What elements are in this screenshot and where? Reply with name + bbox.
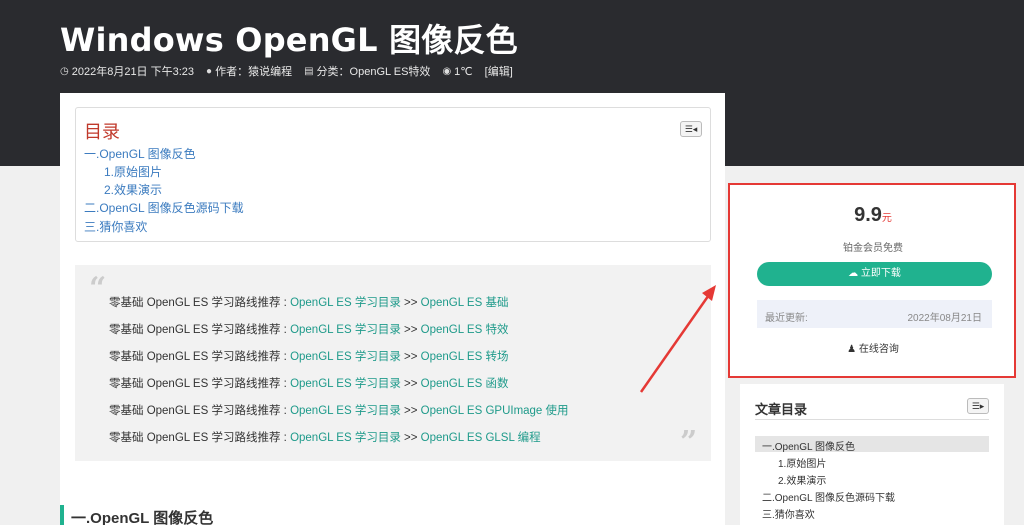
quote-link-catalog[interactable]: OpenGL ES 学习目录 <box>290 432 401 444</box>
qq-icon: ♟ <box>847 344 859 355</box>
blockquote: “ 零基础 OpenGL ES 学习路线推荐 : OpenGL ES 学习目录 … <box>75 265 711 461</box>
toc-toggle-button[interactable]: ☰◂ <box>680 121 702 137</box>
clock-icon: ◷ <box>60 65 69 77</box>
article-content: 目录 ☰◂ 一.OpenGL 图像反色 1.原始图片 2.效果演示 二.Open… <box>60 93 725 525</box>
quote-link-catalog[interactable]: OpenGL ES 学习目录 <box>290 351 401 363</box>
page-title: Windows OpenGL 图像反色 <box>60 21 518 59</box>
post-category[interactable]: ▤ 分类：OpenGL ES特效 <box>304 63 430 79</box>
quote-separator: >> <box>400 405 421 417</box>
quote-prefix: 零基础 OpenGL ES 学习路线推荐 : <box>109 297 291 309</box>
toc-item[interactable]: 2.效果演示 <box>104 181 162 198</box>
quote-link-catalog[interactable]: OpenGL ES 学习目录 <box>290 324 401 336</box>
sidebar-toc-item[interactable]: 三.猜你喜欢 <box>762 506 815 521</box>
download-button-label[interactable]: 立即下载 <box>861 268 901 279</box>
post-date-text: 2022年8月21日 下午3:23 <box>71 66 195 78</box>
download-button[interactable]: ☁ 立即下载 <box>757 262 992 286</box>
last-updated: 最近更新: 2022年08月21日 <box>757 300 992 328</box>
toc-item[interactable]: 1.原始图片 <box>104 163 162 180</box>
sidebar-toc-item[interactable]: 二.OpenGL 图像反色源码下载 <box>762 489 895 504</box>
divider <box>755 419 989 420</box>
quote-link-topic[interactable]: OpenGL ES GLSL 编程 <box>421 432 541 444</box>
online-consult-link[interactable]: ♟ 在线咨询 <box>739 340 1007 355</box>
quote-line: 零基础 OpenGL ES 学习路线推荐 : OpenGL ES 学习目录 >>… <box>109 321 508 337</box>
post-views: ◉ 1℃ <box>442 65 472 78</box>
folder-icon: ▤ <box>304 65 314 77</box>
member-free-note: 铂金会员免费 <box>843 243 903 254</box>
open-quote-icon: “ <box>89 271 107 306</box>
quote-line: 零基础 OpenGL ES 学习路线推荐 : OpenGL ES 学习目录 >>… <box>109 429 541 445</box>
quote-line: 零基础 OpenGL ES 学习路线推荐 : OpenGL ES 学习目录 >>… <box>109 402 569 418</box>
quote-link-catalog[interactable]: OpenGL ES 学习目录 <box>290 378 401 390</box>
price-value: 9.9 <box>854 204 882 226</box>
quote-link-topic[interactable]: OpenGL ES 特效 <box>421 324 509 336</box>
post-views-text: 1℃ <box>454 65 473 78</box>
quote-link-topic[interactable]: OpenGL ES 函数 <box>421 378 509 390</box>
toc-item[interactable]: 三.猜你喜欢 <box>84 218 147 235</box>
toc-title: 目录 <box>84 122 120 142</box>
quote-separator: >> <box>400 324 421 336</box>
quote-line: 零基础 OpenGL ES 学习路线推荐 : OpenGL ES 学习目录 >>… <box>109 375 508 391</box>
quote-prefix: 零基础 OpenGL ES 学习路线推荐 : <box>109 378 291 390</box>
cloud-download-icon: ☁ <box>848 268 861 279</box>
online-consult-label[interactable]: 在线咨询 <box>859 344 899 355</box>
close-quote-icon: ” <box>680 425 698 460</box>
sidebar-article-toc: 文章目录 ☰▸ 一.OpenGL 图像反色 1.原始图片 2.效果演示 二.Op… <box>740 384 1004 525</box>
quote-line: 零基础 OpenGL ES 学习路线推荐 : OpenGL ES 学习目录 >>… <box>109 348 508 364</box>
quote-link-topic[interactable]: OpenGL ES GPUImage 使用 <box>421 405 569 417</box>
quote-separator: >> <box>400 432 421 444</box>
sidebar-toc-item[interactable]: 1.原始图片 <box>778 455 826 470</box>
sidebar-toc-item[interactable]: 2.效果演示 <box>778 472 826 487</box>
download-card: 9.9元 铂金会员免费 ☁ 立即下载 最近更新: 2022年08月21日 ♟ 在… <box>739 190 1007 370</box>
quote-link-topic[interactable]: OpenGL ES 基础 <box>421 297 509 309</box>
sidebar-toc-item[interactable]: 一.OpenGL 图像反色 <box>762 438 855 453</box>
user-icon: ● <box>206 65 213 77</box>
sidebar-toc-title: 文章目录 <box>755 402 808 417</box>
post-date: ◷ 2022年8月21日 下午3:23 <box>60 63 194 79</box>
edit-link[interactable]: [编辑] <box>485 63 513 79</box>
quote-prefix: 零基础 OpenGL ES 学习路线推荐 : <box>109 405 291 417</box>
quote-prefix: 零基础 OpenGL ES 学习路线推荐 : <box>109 324 291 336</box>
quote-line: 零基础 OpenGL ES 学习路线推荐 : OpenGL ES 学习目录 >>… <box>109 294 508 310</box>
section-heading: 一.OpenGL 图像反色 <box>71 510 214 525</box>
quote-separator: >> <box>400 297 421 309</box>
table-of-contents: 目录 ☰◂ 一.OpenGL 图像反色 1.原始图片 2.效果演示 二.Open… <box>75 107 711 242</box>
quote-prefix: 零基础 OpenGL ES 学习路线推荐 : <box>109 351 291 363</box>
quote-prefix: 零基础 OpenGL ES 学习路线推荐 : <box>109 432 291 444</box>
price: 9.9元 <box>739 204 1007 227</box>
updated-date: 2022年08月21日 <box>907 313 983 324</box>
post-meta: ◷ 2022年8月21日 下午3:23 ● 作者：猿说编程 ▤ 分类：OpenGL E… <box>60 63 513 79</box>
quote-link-catalog[interactable]: OpenGL ES 学习目录 <box>290 405 401 417</box>
quote-link-catalog[interactable]: OpenGL ES 学习目录 <box>290 297 401 309</box>
updated-label: 最近更新: <box>765 313 808 324</box>
quote-link-topic[interactable]: OpenGL ES 转场 <box>421 351 509 363</box>
download-card-highlight: 9.9元 铂金会员免费 ☁ 立即下载 最近更新: 2022年08月21日 ♟ 在… <box>728 183 1016 378</box>
post-author-text[interactable]: 作者：猿说编程 <box>215 63 292 79</box>
price-currency: 元 <box>881 213 892 224</box>
sidebar-toc-toggle-button[interactable]: ☰▸ <box>967 398 989 414</box>
post-author[interactable]: ● 作者：猿说编程 <box>206 63 292 79</box>
post-category-text[interactable]: 分类：OpenGL ES特效 <box>317 63 431 79</box>
quote-separator: >> <box>400 351 421 363</box>
eye-icon: ◉ <box>442 65 452 77</box>
quote-separator: >> <box>400 378 421 390</box>
toc-item[interactable]: 二.OpenGL 图像反色源码下载 <box>84 199 244 216</box>
heading-accent-bar <box>60 505 64 525</box>
toc-item[interactable]: 一.OpenGL 图像反色 <box>84 145 196 162</box>
